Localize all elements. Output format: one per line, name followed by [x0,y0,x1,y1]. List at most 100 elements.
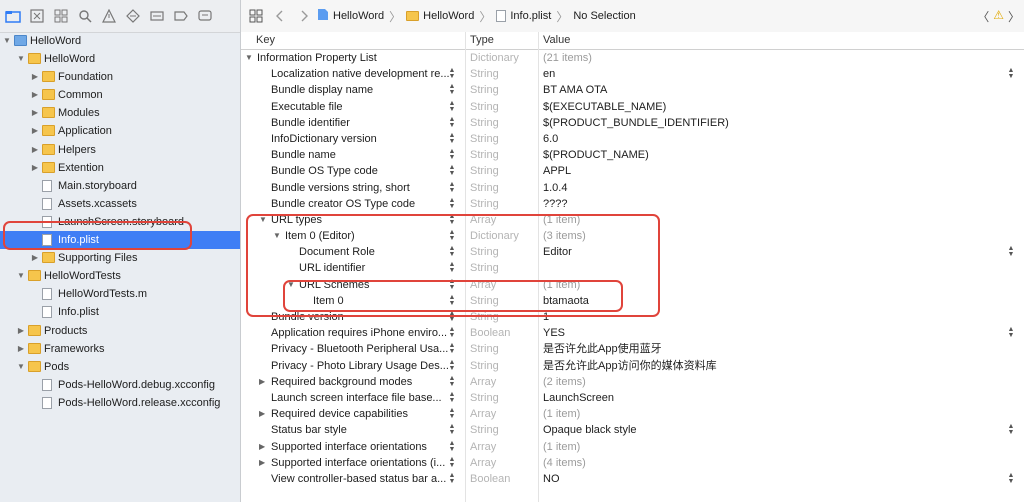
plist-type[interactable]: Boolean [470,471,510,487]
key-stepper-icon[interactable]: ▲ ▼ [448,132,456,145]
plist-row[interactable]: ▼ Information Property List Dictionary (21 … [241,50,1024,66]
value-popup-icon[interactable]: ▲ ▼ [1007,423,1015,436]
plist-key[interactable]: Bundle OS Type code [271,163,378,179]
disclosure-closed-icon[interactable]: ▶ [259,406,265,422]
plist-type[interactable]: String [470,180,499,196]
disclosure-closed-icon[interactable]: ▶ [30,104,40,122]
disclosure-closed-icon[interactable]: ▶ [259,455,265,471]
test-icon[interactable] [122,5,144,27]
plist-row[interactable]: Executable file ▲ ▼ String $(EXECUTABLE_NAME… [241,99,1024,115]
type-column-header[interactable]: Type [470,34,494,46]
plist-row[interactable]: Bundle creator OS Type code ▲ ▼ String???? [241,196,1024,212]
plist-key[interactable]: Supported interface orientations (i... [271,455,445,471]
plist-key[interactable]: Bundle name [271,147,336,163]
plist-value[interactable]: $(PRODUCT_NAME) [543,147,649,163]
tree-row[interactable]: ▶ Modules [0,104,240,122]
plist-type[interactable]: String [470,115,499,131]
plist-type[interactable]: String [470,422,499,438]
disclosure-closed-icon[interactable]: ▶ [30,122,40,140]
value-popup-icon[interactable]: ▲ ▼ [1007,67,1015,80]
tree-row[interactable]: ▼ HelloWord [0,32,240,50]
plist-value[interactable]: (4 items) [543,455,586,471]
plist-type[interactable]: Array [470,374,496,390]
plist-value[interactable]: Opaque black style [543,422,637,438]
plist-key[interactable]: Bundle creator OS Type code [271,196,415,212]
plist-type[interactable]: String [470,163,499,179]
tree-row[interactable]: ▶ Foundation [0,68,240,86]
plist-type[interactable]: Dictionary [470,50,519,66]
tree-row[interactable]: ▶ Helpers [0,141,240,159]
value-popup-icon[interactable]: ▲ ▼ [1007,245,1015,258]
plist-key[interactable]: Required device capabilities [271,406,408,422]
plist-row[interactable]: ▶ Supported interface orientations (i... ▲… [241,455,1024,471]
tree-row[interactable]: Assets.xcassets [0,195,240,213]
tree-row[interactable]: Info.plist [0,303,240,321]
plist-key[interactable]: Information Property List [257,50,377,66]
plist-row[interactable]: ▶ Required device capabilities ▲ ▼ Array (1 i… [241,406,1024,422]
disclosure-open-icon[interactable]: ▼ [245,50,253,66]
plist-value[interactable]: LaunchScreen [543,390,614,406]
breadcrumb-file[interactable]: Info.plist [510,10,551,22]
plist-key[interactable]: Privacy - Photo Library Usage Des... [271,358,449,374]
plist-value[interactable]: (21 items) [543,50,592,66]
disclosure-open-icon[interactable]: ▼ [16,50,26,68]
tree-row[interactable]: ▶ Extention [0,159,240,177]
plist-key[interactable]: Required background modes [271,374,412,390]
tree-row[interactable]: ▶ Application [0,122,240,140]
plist-type[interactable]: Array [470,455,496,471]
plist-row[interactable]: InfoDictionary version ▲ ▼ String 6.0 [241,131,1024,147]
value-popup-icon[interactable]: ▲ ▼ [1007,472,1015,485]
plist-type[interactable]: Array [470,439,496,455]
key-stepper-icon[interactable]: ▲ ▼ [448,83,456,96]
tree-row[interactable]: ▶ Frameworks [0,340,240,358]
disclosure-open-icon[interactable]: ▼ [2,32,12,50]
key-stepper-icon[interactable]: ▲ ▼ [448,197,456,210]
symbol-icon[interactable] [50,5,72,27]
plist-value[interactable]: APPL [543,163,571,179]
back-icon[interactable] [269,5,291,27]
plist-row[interactable]: Launch screen interface file base... ▲ ▼ St… [241,390,1024,406]
breadcrumb-folder[interactable]: HelloWord [423,10,474,22]
disclosure-closed-icon[interactable]: ▶ [30,141,40,159]
key-stepper-icon[interactable]: ▲ ▼ [448,456,456,469]
plist-type[interactable]: Boolean [470,325,510,341]
disclosure-closed-icon[interactable]: ▶ [30,249,40,267]
plist-row[interactable]: ▶ Required background modes ▲ ▼ Array (2 item… [241,374,1024,390]
disclosure-closed-icon[interactable]: ▶ [16,322,26,340]
plist-value[interactable]: 1.0.4 [543,180,567,196]
breadcrumb-selection[interactable]: No Selection [573,10,635,22]
disclosure-open-icon[interactable]: ▼ [16,267,26,285]
plist-key[interactable]: Launch screen interface file base... [271,390,442,406]
related-items-icon[interactable] [245,5,267,27]
debug-icon[interactable] [146,5,168,27]
plist-value[interactable]: (1 item) [543,406,580,422]
key-stepper-icon[interactable]: ▲ ▼ [448,326,456,339]
plist-type[interactable]: String [470,99,499,115]
plist-value[interactable]: 是否许允此App使用蓝牙 [543,341,662,357]
tree-row[interactable]: Pods-HelloWord.debug.xcconfig [0,376,240,394]
plist-value[interactable]: (1 item) [543,439,580,455]
plist-key[interactable]: Privacy - Bluetooth Peripheral Usa... [271,341,448,357]
key-stepper-icon[interactable]: ▲ ▼ [448,342,456,355]
tree-row[interactable]: ▶ Products [0,322,240,340]
plist-row[interactable]: View controller-based status bar a... ▲ ▼ B… [241,471,1024,487]
plist-row[interactable]: Privacy - Bluetooth Peripheral Usa... ▲ ▼ S… [241,341,1024,357]
value-popup-icon[interactable]: ▲ ▼ [1007,326,1015,339]
plist-row[interactable]: Privacy - Photo Library Usage Des... ▲ ▼ St… [241,358,1024,374]
key-stepper-icon[interactable]: ▲ ▼ [448,472,456,485]
plist-type[interactable]: String [470,66,499,82]
key-stepper-icon[interactable]: ▲ ▼ [448,100,456,113]
plist-value[interactable]: en [543,66,555,82]
plist-key[interactable]: Bundle display name [271,82,373,98]
plist-type[interactable]: String [470,196,499,212]
plist-row[interactable]: Status bar style ▲ ▼ String Opaque black sty… [241,422,1024,438]
disclosure-closed-icon[interactable]: ▶ [259,374,265,390]
key-stepper-icon[interactable]: ▲ ▼ [448,164,456,177]
warning-icon[interactable]: ⚠ [993,8,1004,25]
warning-icon[interactable] [98,5,120,27]
key-column-header[interactable]: Key [256,34,275,46]
tree-row[interactable]: ▶ Common [0,86,240,104]
disclosure-closed-icon[interactable]: ▶ [16,340,26,358]
plist-type[interactable]: String [470,82,499,98]
plist-value[interactable]: NO [543,471,560,487]
